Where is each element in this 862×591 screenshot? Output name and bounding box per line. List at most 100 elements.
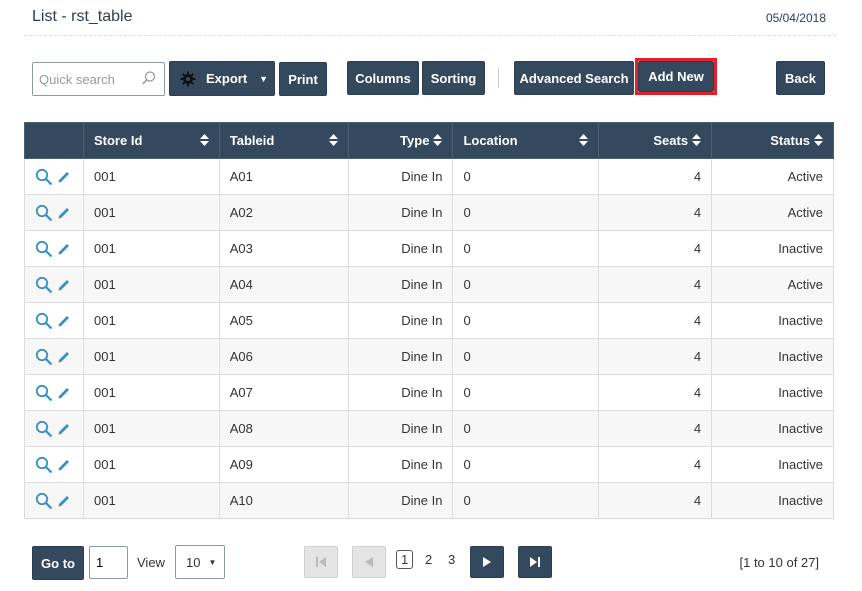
view-icon[interactable] bbox=[35, 384, 53, 402]
cell-tableid: A02 bbox=[218, 194, 349, 231]
table-header-row: Store Id Tableid Type Location Seats Sta… bbox=[24, 122, 834, 159]
cell-status: Active bbox=[711, 194, 834, 231]
page-link-3[interactable]: 3 bbox=[448, 552, 455, 567]
sorting-button[interactable]: Sorting bbox=[422, 61, 485, 95]
last-page-icon bbox=[530, 557, 540, 567]
cell-type: Dine In bbox=[347, 302, 454, 339]
table-row: 001 A08 Dine In 0 4 Inactive bbox=[24, 410, 834, 447]
page-size-select[interactable]: 10 ▼ bbox=[175, 545, 225, 579]
header-divider bbox=[24, 35, 836, 36]
prev-page-button[interactable] bbox=[352, 546, 386, 578]
col-header-seats[interactable]: Seats bbox=[598, 122, 713, 159]
toolbar-separator bbox=[498, 68, 499, 88]
row-actions bbox=[24, 410, 84, 447]
cell-store-id: 001 bbox=[82, 194, 220, 231]
cell-tableid: A08 bbox=[218, 410, 349, 447]
cell-store-id: 001 bbox=[82, 482, 220, 519]
col-header-type[interactable]: Type bbox=[347, 122, 454, 159]
cell-status: Inactive bbox=[711, 338, 834, 375]
page-link-2[interactable]: 2 bbox=[425, 552, 432, 567]
row-actions bbox=[24, 302, 84, 339]
cell-location: 0 bbox=[452, 230, 600, 267]
sort-icon bbox=[814, 133, 823, 148]
cell-location: 0 bbox=[452, 266, 600, 303]
col-header-location[interactable]: Location bbox=[452, 122, 600, 159]
row-actions bbox=[24, 266, 84, 303]
back-button[interactable]: Back bbox=[776, 61, 825, 95]
cell-tableid: A05 bbox=[218, 302, 349, 339]
cell-type: Dine In bbox=[347, 374, 454, 411]
row-actions bbox=[24, 374, 84, 411]
first-page-button[interactable] bbox=[304, 546, 338, 578]
table-row: 001 A06 Dine In 0 4 Inactive bbox=[24, 338, 834, 375]
table-row: 001 A03 Dine In 0 4 Inactive bbox=[24, 230, 834, 267]
data-table: Store Id Tableid Type Location Seats Sta… bbox=[24, 122, 834, 519]
export-button[interactable]: Export ▼ bbox=[169, 61, 275, 96]
cell-seats: 4 bbox=[598, 338, 713, 375]
view-icon[interactable] bbox=[35, 276, 53, 294]
cell-location: 0 bbox=[452, 338, 600, 375]
view-icon[interactable] bbox=[35, 348, 53, 366]
table-row: 001 A04 Dine In 0 4 Active bbox=[24, 266, 834, 303]
cell-tableid: A04 bbox=[218, 266, 349, 303]
cell-location: 0 bbox=[452, 374, 600, 411]
table-row: 001 A01 Dine In 0 4 Active bbox=[24, 158, 834, 195]
edit-icon[interactable] bbox=[57, 314, 71, 328]
go-to-button[interactable]: Go to bbox=[32, 546, 84, 580]
quick-search-box[interactable] bbox=[32, 62, 165, 96]
row-actions bbox=[24, 158, 84, 195]
cell-location: 0 bbox=[452, 446, 600, 483]
view-icon[interactable] bbox=[35, 312, 53, 330]
cell-tableid: A03 bbox=[218, 230, 349, 267]
page-title: List - rst_table bbox=[32, 8, 133, 25]
page-link-1[interactable]: 1 bbox=[396, 550, 414, 569]
col-header-tableid[interactable]: Tableid bbox=[218, 122, 349, 159]
table-row: 001 A07 Dine In 0 4 Inactive bbox=[24, 374, 834, 411]
table-row: 001 A02 Dine In 0 4 Active bbox=[24, 194, 834, 231]
view-icon[interactable] bbox=[35, 492, 53, 510]
columns-button[interactable]: Columns bbox=[347, 61, 419, 95]
first-page-icon bbox=[316, 557, 326, 567]
cell-seats: 4 bbox=[598, 158, 713, 195]
edit-icon[interactable] bbox=[57, 242, 71, 256]
edit-icon[interactable] bbox=[57, 494, 71, 508]
edit-icon[interactable] bbox=[57, 386, 71, 400]
col-header-status[interactable]: Status bbox=[711, 122, 834, 159]
view-icon[interactable] bbox=[35, 240, 53, 258]
cell-seats: 4 bbox=[598, 302, 713, 339]
col-header-store-id[interactable]: Store Id bbox=[82, 122, 220, 159]
next-page-button[interactable] bbox=[470, 546, 504, 578]
cell-status: Inactive bbox=[711, 374, 834, 411]
cell-seats: 4 bbox=[598, 194, 713, 231]
view-icon[interactable] bbox=[35, 420, 53, 438]
page-size-value: 10 bbox=[186, 554, 201, 570]
view-icon[interactable] bbox=[35, 168, 53, 186]
row-actions bbox=[24, 230, 84, 267]
actions-header bbox=[24, 122, 84, 159]
cell-location: 0 bbox=[452, 410, 600, 447]
quick-search-input[interactable] bbox=[33, 63, 133, 95]
add-new-button[interactable]: Add New bbox=[638, 61, 714, 92]
edit-icon[interactable] bbox=[57, 278, 71, 292]
view-icon[interactable] bbox=[35, 204, 53, 222]
page-number-input[interactable] bbox=[89, 546, 128, 579]
view-icon[interactable] bbox=[35, 456, 53, 474]
cell-location: 0 bbox=[452, 158, 600, 195]
cell-status: Inactive bbox=[711, 482, 834, 519]
cell-tableid: A06 bbox=[218, 338, 349, 375]
sort-icon bbox=[328, 133, 338, 148]
edit-icon[interactable] bbox=[57, 458, 71, 472]
search-icon[interactable] bbox=[142, 71, 156, 85]
edit-icon[interactable] bbox=[57, 350, 71, 364]
edit-icon[interactable] bbox=[57, 170, 71, 184]
cell-store-id: 001 bbox=[82, 230, 220, 267]
edit-icon[interactable] bbox=[57, 206, 71, 220]
print-button[interactable]: Print bbox=[279, 62, 327, 96]
cell-location: 0 bbox=[452, 302, 600, 339]
advanced-search-button[interactable]: Advanced Search bbox=[514, 61, 634, 95]
cell-status: Inactive bbox=[711, 446, 834, 483]
last-page-button[interactable] bbox=[518, 546, 552, 578]
cell-type: Dine In bbox=[347, 194, 454, 231]
edit-icon[interactable] bbox=[57, 422, 71, 436]
cell-type: Dine In bbox=[347, 482, 454, 519]
